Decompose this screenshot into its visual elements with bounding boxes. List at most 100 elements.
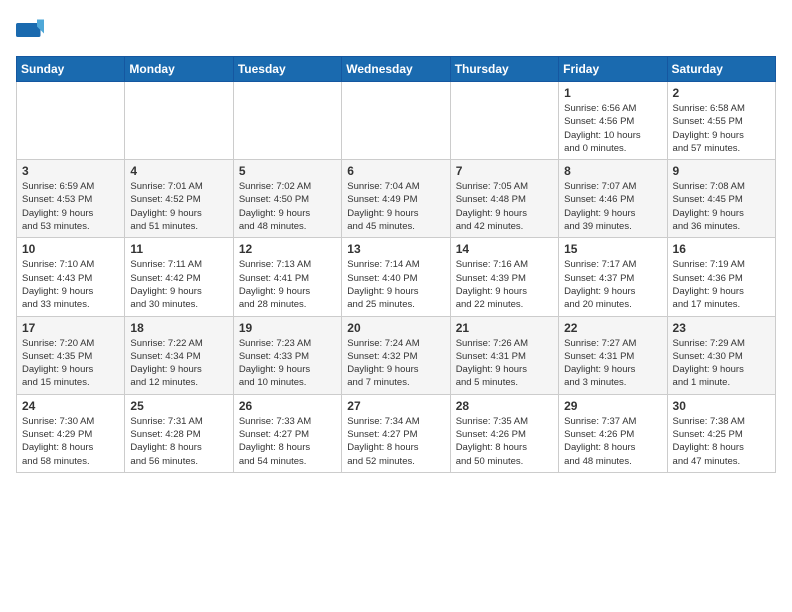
- day-number: 3: [22, 164, 119, 178]
- page-header: [16, 16, 776, 44]
- day-number: 29: [564, 399, 661, 413]
- day-info: Sunrise: 7:34 AMSunset: 4:27 PMDaylight:…: [347, 415, 444, 468]
- calendar-cell: 22 Sunrise: 7:27 AMSunset: 4:31 PMDayligh…: [559, 316, 667, 394]
- calendar-cell: 21Sunrise: 7:26 AMSunset: 4:31 PMDayligh…: [450, 316, 558, 394]
- day-number: 2: [673, 86, 770, 100]
- weekday-header-thursday: Thursday: [450, 57, 558, 82]
- calendar-cell: 12 Sunrise: 7:13 AMSunset: 4:41 PMDayligh…: [233, 238, 341, 316]
- calendar-week-3: 10 Sunrise: 7:10 AMSunset: 4:43 PMDayligh…: [17, 238, 776, 316]
- weekday-header-row: SundayMondayTuesdayWednesdayThursdayFrid…: [17, 57, 776, 82]
- day-info: Sunrise: 7:08 AMSunset: 4:45 PMDaylight:…: [673, 180, 770, 233]
- day-info: Sunrise: 7:13 AMSunset: 4:41 PMDaylight:…: [239, 258, 336, 311]
- day-number: 20: [347, 321, 444, 335]
- weekday-header-friday: Friday: [559, 57, 667, 82]
- day-info: Sunrise: 6:59 AMSunset: 4:53 PMDaylight:…: [22, 180, 119, 233]
- calendar-body: 1 Sunrise: 6:56 AMSunset: 4:56 PMDaylight…: [17, 82, 776, 473]
- calendar-week-4: 17Sunrise: 7:20 AMSunset: 4:35 PMDayligh…: [17, 316, 776, 394]
- weekday-header-monday: Monday: [125, 57, 233, 82]
- calendar-cell: 7Sunrise: 7:05 AMSunset: 4:48 PMDaylight…: [450, 160, 558, 238]
- day-number: 8: [564, 164, 661, 178]
- calendar-cell: 2 Sunrise: 6:58 AMSunset: 4:55 PMDaylight…: [667, 82, 775, 160]
- calendar-cell: 16 Sunrise: 7:19 AMSunset: 4:36 PMDayligh…: [667, 238, 775, 316]
- day-number: 15: [564, 242, 661, 256]
- calendar-cell: 20 Sunrise: 7:24 AMSunset: 4:32 PMDayligh…: [342, 316, 450, 394]
- calendar-cell: 17Sunrise: 7:20 AMSunset: 4:35 PMDayligh…: [17, 316, 125, 394]
- calendar-cell: 19 Sunrise: 7:23 AMSunset: 4:33 PMDayligh…: [233, 316, 341, 394]
- day-number: 17: [22, 321, 119, 335]
- calendar-cell: [450, 82, 558, 160]
- day-number: 16: [673, 242, 770, 256]
- calendar-cell: 29 Sunrise: 7:37 AMSunset: 4:26 PMDayligh…: [559, 394, 667, 472]
- calendar-cell: 9 Sunrise: 7:08 AMSunset: 4:45 PMDaylight…: [667, 160, 775, 238]
- day-info: Sunrise: 7:35 AMSunset: 4:26 PMDaylight:…: [456, 415, 553, 468]
- calendar-cell: 24 Sunrise: 7:30 AMSunset: 4:29 PMDayligh…: [17, 394, 125, 472]
- day-number: 27: [347, 399, 444, 413]
- day-number: 1: [564, 86, 661, 100]
- calendar-header: SundayMondayTuesdayWednesdayThursdayFrid…: [17, 57, 776, 82]
- weekday-header-sunday: Sunday: [17, 57, 125, 82]
- calendar-cell: 6Sunrise: 7:04 AMSunset: 4:49 PMDaylight…: [342, 160, 450, 238]
- day-info: Sunrise: 7:11 AMSunset: 4:42 PMDaylight:…: [130, 258, 227, 311]
- day-info: Sunrise: 6:56 AMSunset: 4:56 PMDaylight:…: [564, 102, 661, 155]
- calendar-cell: 1 Sunrise: 6:56 AMSunset: 4:56 PMDaylight…: [559, 82, 667, 160]
- day-info: Sunrise: 7:05 AMSunset: 4:48 PMDaylight:…: [456, 180, 553, 233]
- day-number: 23: [673, 321, 770, 335]
- day-number: 4: [130, 164, 227, 178]
- day-number: 25: [130, 399, 227, 413]
- weekday-header-tuesday: Tuesday: [233, 57, 341, 82]
- day-number: 18: [130, 321, 227, 335]
- day-number: 19: [239, 321, 336, 335]
- day-info: Sunrise: 7:10 AMSunset: 4:43 PMDaylight:…: [22, 258, 119, 311]
- weekday-header-saturday: Saturday: [667, 57, 775, 82]
- calendar-cell: 25Sunrise: 7:31 AMSunset: 4:28 PMDayligh…: [125, 394, 233, 472]
- day-info: Sunrise: 7:29 AMSunset: 4:30 PMDaylight:…: [673, 337, 770, 390]
- day-info: Sunrise: 7:17 AMSunset: 4:37 PMDaylight:…: [564, 258, 661, 311]
- day-info: Sunrise: 7:37 AMSunset: 4:26 PMDaylight:…: [564, 415, 661, 468]
- day-info: Sunrise: 7:19 AMSunset: 4:36 PMDaylight:…: [673, 258, 770, 311]
- day-info: Sunrise: 7:16 AMSunset: 4:39 PMDaylight:…: [456, 258, 553, 311]
- calendar-week-2: 3 Sunrise: 6:59 AMSunset: 4:53 PMDaylight…: [17, 160, 776, 238]
- calendar-cell: 5Sunrise: 7:02 AMSunset: 4:50 PMDaylight…: [233, 160, 341, 238]
- calendar-cell: 10 Sunrise: 7:10 AMSunset: 4:43 PMDayligh…: [17, 238, 125, 316]
- day-info: Sunrise: 6:58 AMSunset: 4:55 PMDaylight:…: [673, 102, 770, 155]
- calendar-cell: 26 Sunrise: 7:33 AMSunset: 4:27 PMDayligh…: [233, 394, 341, 472]
- day-number: 30: [673, 399, 770, 413]
- calendar-cell: 13Sunrise: 7:14 AMSunset: 4:40 PMDayligh…: [342, 238, 450, 316]
- calendar-cell: 3 Sunrise: 6:59 AMSunset: 4:53 PMDaylight…: [17, 160, 125, 238]
- day-info: Sunrise: 7:27 AMSunset: 4:31 PMDaylight:…: [564, 337, 661, 390]
- day-number: 5: [239, 164, 336, 178]
- day-number: 12: [239, 242, 336, 256]
- logo: [16, 16, 48, 44]
- logo-icon: [16, 16, 44, 44]
- calendar-cell: 27 Sunrise: 7:34 AMSunset: 4:27 PMDayligh…: [342, 394, 450, 472]
- day-number: 14: [456, 242, 553, 256]
- day-number: 26: [239, 399, 336, 413]
- day-number: 28: [456, 399, 553, 413]
- calendar-cell: [342, 82, 450, 160]
- calendar-cell: 11 Sunrise: 7:11 AMSunset: 4:42 PMDayligh…: [125, 238, 233, 316]
- day-number: 11: [130, 242, 227, 256]
- day-info: Sunrise: 7:38 AMSunset: 4:25 PMDaylight:…: [673, 415, 770, 468]
- calendar-week-5: 24 Sunrise: 7:30 AMSunset: 4:29 PMDayligh…: [17, 394, 776, 472]
- day-info: Sunrise: 7:22 AMSunset: 4:34 PMDaylight:…: [130, 337, 227, 390]
- day-number: 22: [564, 321, 661, 335]
- day-info: Sunrise: 7:04 AMSunset: 4:49 PMDaylight:…: [347, 180, 444, 233]
- day-info: Sunrise: 7:33 AMSunset: 4:27 PMDaylight:…: [239, 415, 336, 468]
- calendar-cell: 4 Sunrise: 7:01 AMSunset: 4:52 PMDaylight…: [125, 160, 233, 238]
- calendar-cell: 14 Sunrise: 7:16 AMSunset: 4:39 PMDayligh…: [450, 238, 558, 316]
- day-info: Sunrise: 7:07 AMSunset: 4:46 PMDaylight:…: [564, 180, 661, 233]
- day-number: 24: [22, 399, 119, 413]
- calendar-cell: 15 Sunrise: 7:17 AMSunset: 4:37 PMDayligh…: [559, 238, 667, 316]
- day-number: 13: [347, 242, 444, 256]
- calendar-cell: 8 Sunrise: 7:07 AMSunset: 4:46 PMDaylight…: [559, 160, 667, 238]
- day-info: Sunrise: 7:23 AMSunset: 4:33 PMDaylight:…: [239, 337, 336, 390]
- day-number: 10: [22, 242, 119, 256]
- day-number: 21: [456, 321, 553, 335]
- day-info: Sunrise: 7:01 AMSunset: 4:52 PMDaylight:…: [130, 180, 227, 233]
- day-info: Sunrise: 7:24 AMSunset: 4:32 PMDaylight:…: [347, 337, 444, 390]
- day-info: Sunrise: 7:30 AMSunset: 4:29 PMDaylight:…: [22, 415, 119, 468]
- calendar-cell: 18 Sunrise: 7:22 AMSunset: 4:34 PMDayligh…: [125, 316, 233, 394]
- calendar-cell: 28 Sunrise: 7:35 AMSunset: 4:26 PMDayligh…: [450, 394, 558, 472]
- calendar-cell: 30 Sunrise: 7:38 AMSunset: 4:25 PMDayligh…: [667, 394, 775, 472]
- day-number: 9: [673, 164, 770, 178]
